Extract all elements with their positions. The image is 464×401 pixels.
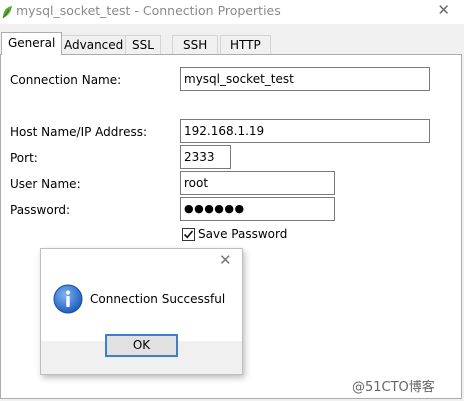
tab-http[interactable]: HTTP (220, 35, 271, 55)
user-name-label: User Name: (10, 177, 81, 191)
port-field[interactable]: 2333 (180, 145, 231, 169)
connection-name-field[interactable]: mysql_socket_test (180, 67, 430, 91)
port-label: Port: (10, 151, 38, 165)
save-password-label[interactable]: Save Password (198, 227, 287, 241)
ok-button[interactable]: OK (105, 334, 178, 357)
connection-result-dialog: ✕ Connection Successful OK (40, 248, 243, 375)
window-title: mysql_socket_test - Connection Propertie… (16, 3, 281, 18)
tab-general[interactable]: General (1, 32, 63, 55)
save-password-checkbox[interactable] (182, 228, 195, 241)
navicat-leaf-icon (2, 6, 12, 19)
password-field[interactable]: ●●●●●● (180, 197, 335, 221)
user-name-field[interactable]: root (180, 171, 335, 195)
dialog-close-icon[interactable]: ✕ (219, 251, 232, 269)
info-icon (53, 284, 83, 314)
password-label: Password: (10, 203, 71, 217)
title-bar: mysql_socket_test - Connection Propertie… (0, 0, 464, 24)
tab-ssl[interactable]: SSL (125, 35, 161, 55)
checkmark-icon (183, 230, 194, 239)
host-field[interactable]: 192.168.1.19 (180, 119, 430, 143)
tab-ssh[interactable]: SSH (172, 35, 219, 55)
dialog-message: Connection Successful (90, 292, 226, 306)
tab-bar: General Advanced SSL SSH HTTP (0, 32, 464, 55)
tab-advanced[interactable]: Advanced (57, 35, 131, 55)
watermark: @51CTO博客 (352, 380, 435, 395)
host-label: Host Name/IP Address: (10, 125, 148, 139)
connection-name-label: Connection Name: (10, 73, 122, 87)
window-close-icon[interactable]: ✕ (437, 1, 450, 19)
